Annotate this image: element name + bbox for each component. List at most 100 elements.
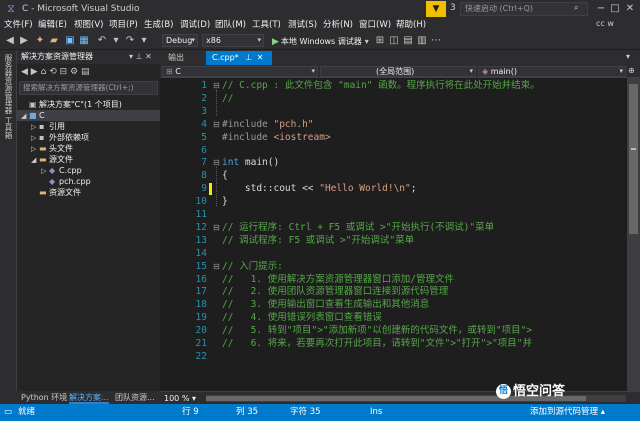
tab-team-explorer[interactable]: 团队资源... xyxy=(115,391,155,404)
fold-toggle-icon[interactable]: ⊟ xyxy=(213,261,220,273)
menu-help[interactable]: 帮助(H) xyxy=(396,18,426,32)
forward-icon[interactable]: ▶ xyxy=(31,67,38,77)
start-debugging-button[interactable]: ▶ 本地 Windows 调试器 ▾ xyxy=(272,35,369,48)
forward-icon[interactable]: ▶ xyxy=(18,34,30,48)
toolbar-action-2-icon[interactable]: ◫ xyxy=(388,34,400,48)
close-icon[interactable]: ✕ xyxy=(145,52,152,61)
menu-team[interactable]: 团队(M) xyxy=(215,18,246,32)
fold-toggle-icon[interactable]: ⊟ xyxy=(213,119,220,131)
quick-launch-input[interactable]: 快速启动 (Ctrl+Q) xyxy=(460,2,588,16)
code-line[interactable]: // 运行程序: Ctrl + F5 或调试 >"开始执行(不调试)"菜单 xyxy=(222,222,494,234)
code-line[interactable]: // 5. 转到"项目">"添加新项"以创建新的代码文件，或转到"项目"> xyxy=(222,325,532,337)
save-icon[interactable]: ▣ xyxy=(64,34,76,48)
scope-nav-select[interactable]: (全局范围) ▾ xyxy=(320,66,476,77)
code-line[interactable]: // 2. 使用团队资源管理器窗口连接到源代码管理 xyxy=(222,286,448,298)
solution-search-input[interactable]: 搜索解决方案资源管理器(Ctrl+;) xyxy=(19,81,158,95)
code-line[interactable]: // 1. 使用解决方案资源管理器窗口添加/管理文件 xyxy=(222,274,454,286)
redo-dropdown-icon[interactable]: ▾ xyxy=(138,34,150,48)
menu-edit[interactable]: 编辑(E) xyxy=(38,18,67,32)
code-line[interactable]: std::cout << "Hello World!\n"; xyxy=(222,183,417,195)
line-number: 17 xyxy=(195,286,207,298)
menu-project[interactable]: 项目(P) xyxy=(109,18,138,32)
menu-test[interactable]: 测试(S) xyxy=(288,18,317,32)
back-icon[interactable]: ◀ xyxy=(21,67,28,77)
menu-tools[interactable]: 工具(T) xyxy=(252,18,281,32)
tree-item[interactable]: ▷ ◆ C.cpp xyxy=(17,165,160,176)
editor-vertical-scrollbar[interactable] xyxy=(627,78,640,391)
settings-icon[interactable]: ⚙ xyxy=(70,67,78,77)
tree-item[interactable]: ▣ 解决方案"C"(1 个项目) xyxy=(17,99,160,110)
tree-item[interactable]: ▷ ▪ 引用 xyxy=(17,121,160,132)
code-line[interactable]: // 调试程序: F5 或调试 >"开始调试"菜单 xyxy=(222,235,414,247)
tree-item[interactable]: ◆ pch.cpp xyxy=(17,176,160,187)
menu-build[interactable]: 生成(B) xyxy=(144,18,173,32)
code-line[interactable]: #include <iostream> xyxy=(222,132,331,144)
code-line[interactable]: // 3. 使用输出窗口查看生成输出和其他消息 xyxy=(222,299,429,311)
tab-list-dropdown-icon[interactable]: ▾ xyxy=(626,52,630,61)
maximize-icon[interactable]: □ xyxy=(608,2,622,16)
quick-launch-search-icon[interactable]: ⌕ xyxy=(574,3,578,13)
code-line[interactable]: // C.cpp : 此文件包含 "main" 函数。程序执行将在此处开始并结束… xyxy=(222,80,540,92)
chevron-down-icon[interactable]: ▾ xyxy=(129,52,133,61)
redo-icon[interactable]: ↷ xyxy=(124,34,136,48)
member-nav-select[interactable]: ◈ main() ▾ xyxy=(478,66,626,77)
platform-select[interactable]: x86 ▾ xyxy=(202,34,264,47)
menu-debug[interactable]: 调试(D) xyxy=(180,18,210,32)
code-line[interactable]: // xyxy=(222,93,233,105)
tree-item[interactable]: ◢ ▬ 源文件 xyxy=(17,154,160,165)
folder-icon: ▬ xyxy=(39,188,47,197)
sync-icon[interactable]: ⟲ xyxy=(49,67,57,77)
split-editor-icon[interactable]: ⊕ xyxy=(628,66,635,75)
tree-item[interactable]: ◢ ■ C xyxy=(17,110,160,121)
code-line[interactable]: // 6. 将来，若要再次打开此项目，请转到"文件">"打开">"项目"并 xyxy=(222,338,532,350)
tab-solution-explorer[interactable]: 解决方案... xyxy=(69,391,109,404)
home-icon[interactable]: ⌂ xyxy=(41,67,47,77)
properties-icon[interactable]: ▤ xyxy=(81,67,90,77)
fold-toggle-icon[interactable]: ⊟ xyxy=(213,222,220,234)
menu-file[interactable]: 文件(F) xyxy=(4,18,33,32)
server-explorer-tab[interactable]: 服务器资源管理器 工具箱 xyxy=(4,54,13,139)
notification-count[interactable]: 3 xyxy=(450,3,456,13)
tab-python-environments[interactable]: Python 环境 xyxy=(21,391,67,404)
add-to-source-control-button[interactable]: 添加到源代码管理 ▴ xyxy=(530,404,605,421)
tree-item[interactable]: ▬ 资源文件 xyxy=(17,187,160,198)
code-line[interactable]: } xyxy=(222,196,228,208)
close-tab-icon[interactable]: ✕ xyxy=(257,53,264,62)
back-icon[interactable]: ◀ xyxy=(4,34,16,48)
scrollbar-thumb[interactable] xyxy=(629,84,638,234)
code-line[interactable]: // 4. 使用错误列表窗口查看错误 xyxy=(222,312,382,324)
close-icon[interactable]: ✕ xyxy=(623,2,637,16)
new-project-icon[interactable]: ✦ xyxy=(34,34,46,48)
tree-item[interactable]: ▷ ▪ 外部依赖项 xyxy=(17,132,160,143)
save-all-icon[interactable]: ▦ xyxy=(78,34,90,48)
code-line[interactable]: { xyxy=(222,170,228,182)
user-account[interactable]: cc w xyxy=(596,19,614,28)
tree-item[interactable]: ▷ ▬ 头文件 xyxy=(17,143,160,154)
minimize-icon[interactable]: − xyxy=(594,2,608,16)
pin-icon[interactable]: ⊥ xyxy=(245,53,252,62)
collapse-icon[interactable]: ⊟ xyxy=(60,67,68,77)
configuration-select[interactable]: Debug ▾ xyxy=(162,34,198,47)
zoom-level-select[interactable]: 100 % ▾ xyxy=(164,393,200,404)
undo-dropdown-icon[interactable]: ▾ xyxy=(110,34,122,48)
project-nav-select[interactable]: ⊞ C ▾ xyxy=(162,66,318,77)
code-line[interactable]: #include "pch.h" xyxy=(222,119,314,131)
pin-icon[interactable]: ⊥ xyxy=(136,52,143,61)
code-line[interactable]: int main() xyxy=(222,157,279,169)
menu-window[interactable]: 窗口(W) xyxy=(359,18,391,32)
tab-output[interactable]: 输出 xyxy=(162,51,200,65)
undo-icon[interactable]: ↶ xyxy=(96,34,108,48)
toolbar-action-4-icon[interactable]: ▥ xyxy=(416,34,428,48)
menu-analyze[interactable]: 分析(N) xyxy=(323,18,353,32)
line-number: 8 xyxy=(201,170,207,182)
menu-view[interactable]: 视图(V) xyxy=(74,18,103,32)
code-token: // 1. 使用解决方案资源管理器窗口添加/管理文件 xyxy=(222,273,454,285)
code-editor[interactable]: 1 ⊟ // C.cpp : 此文件包含 "main" 函数。程序执行将在此处开始并… xyxy=(160,78,627,391)
toolbar-action-1-icon[interactable]: ⊞ xyxy=(374,34,386,48)
notification-filter-icon[interactable]: ▼ xyxy=(426,1,446,17)
toolbar-action-5-icon[interactable]: ⋯ xyxy=(430,34,442,48)
open-file-icon[interactable]: ▰ xyxy=(48,34,60,48)
toolbar-action-3-icon[interactable]: ▤ xyxy=(402,34,414,48)
code-line[interactable]: // 入门提示: xyxy=(222,261,283,273)
tab-c-cpp[interactable]: C.cpp* ⊥ ✕ xyxy=(206,51,272,65)
